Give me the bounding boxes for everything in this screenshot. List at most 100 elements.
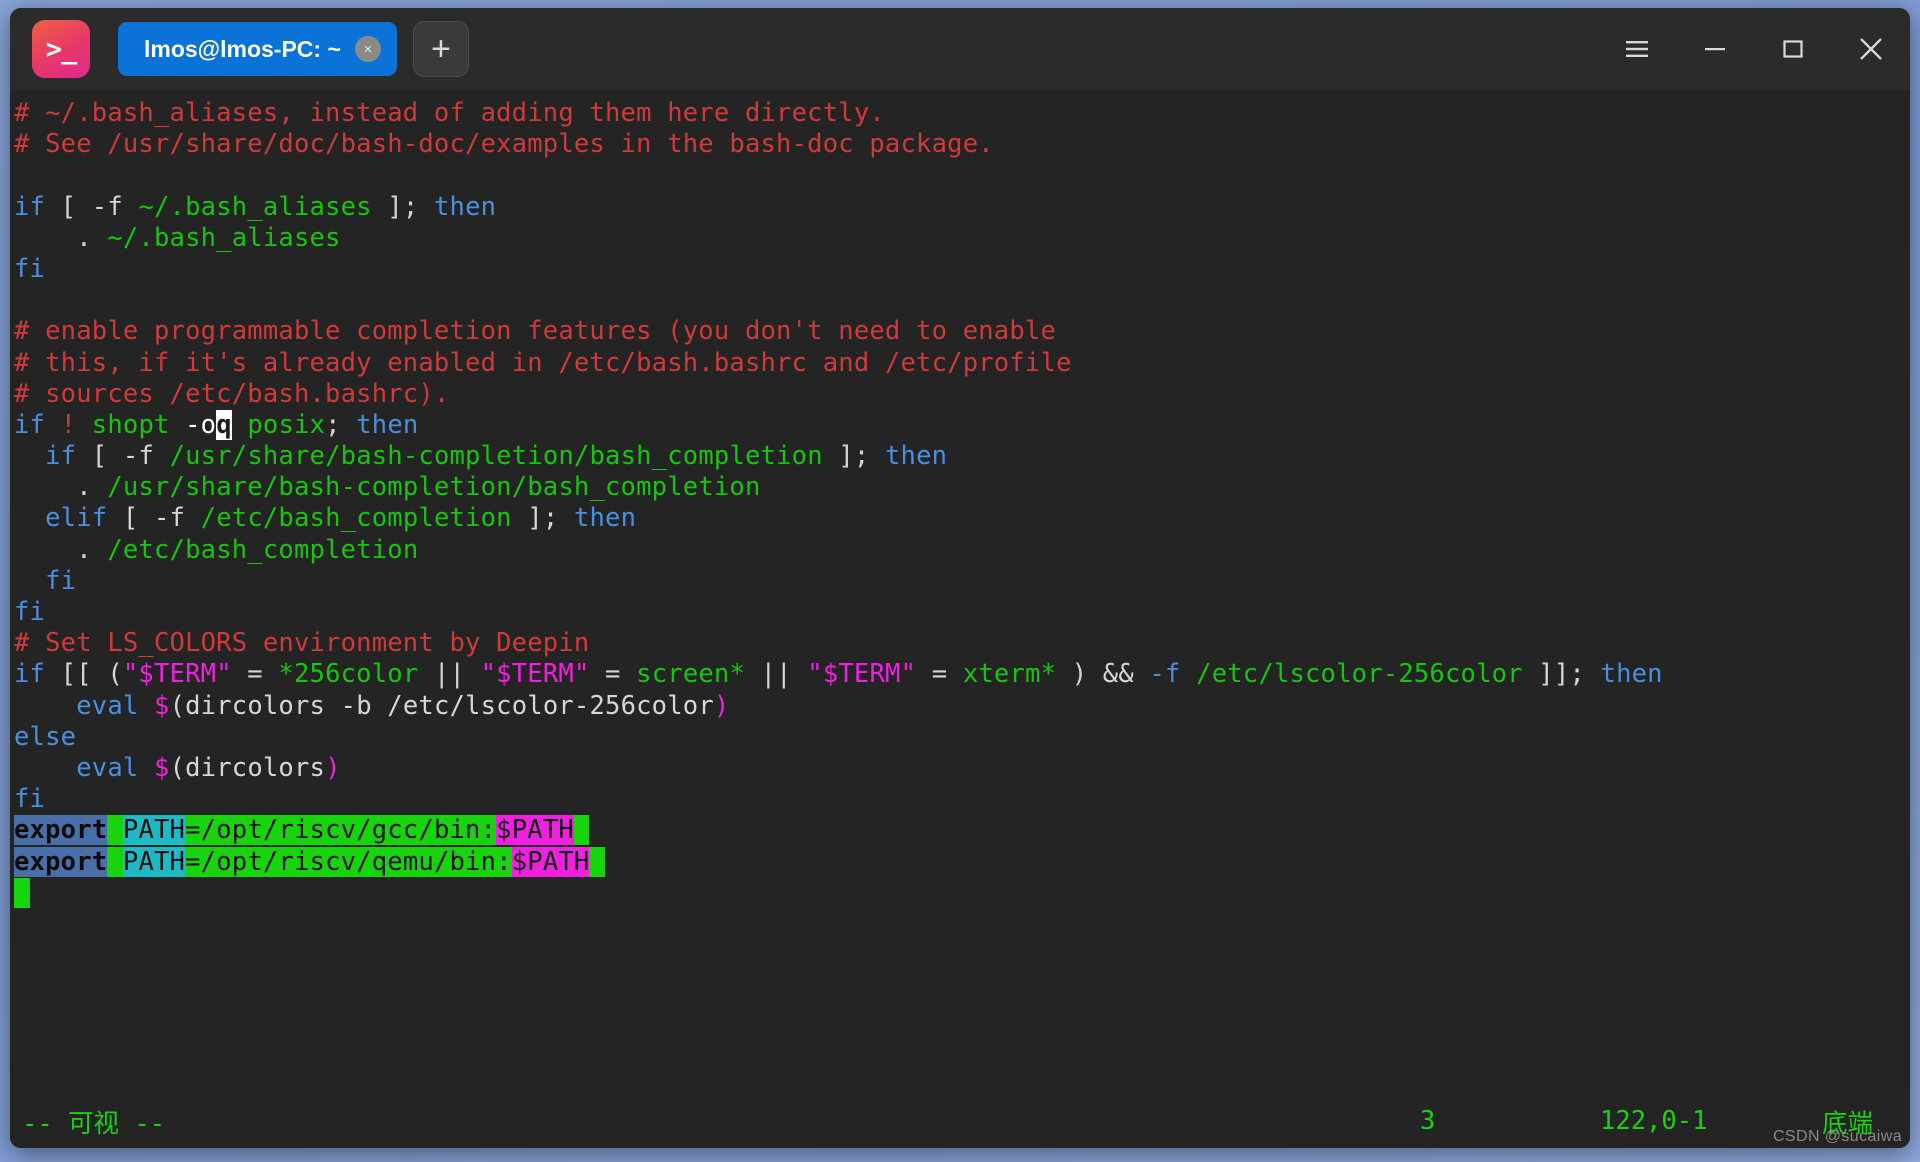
terminal-line: fi [14,254,1910,285]
terminal-line: . ~/.bash_aliases [14,223,1910,254]
terminal-span: /etc/lscolor-256color [1196,659,1523,690]
titlebar: >_ lmos@lmos-PC: ~ × + [10,8,1910,90]
terminal-span: ]]; [1522,659,1601,690]
terminal-span: = [231,659,279,690]
terminal-span: then [573,503,637,534]
terminal-span: export [14,815,108,846]
maximize-button[interactable] [1754,8,1832,90]
terminal-span [14,441,45,471]
menu-button[interactable] [1598,8,1676,90]
terminal-window: >_ lmos@lmos-PC: ~ × + # ~/.bash_aliases… [10,8,1910,1148]
terminal-span: "$TERM" [480,659,590,690]
terminal-line: if [ -f /usr/share/bash-completion/bash_… [14,441,1910,472]
close-tab-icon[interactable]: × [354,36,381,62]
terminal-span: [ [45,191,92,222]
terminal-span: $PATH [496,815,574,846]
terminal-line: # See /usr/share/doc/bash-doc/examples i… [14,129,1910,160]
terminal-span [45,410,61,440]
terminal-line: fi [14,566,1910,597]
terminal-span [123,192,139,222]
terminal-span: = [916,659,963,690]
terminal-span: -f [91,191,123,222]
terminal-span: PATH [122,846,186,877]
terminal-span [154,441,170,471]
terminal-span [1181,659,1197,689]
terminal-span: ~/.bash_aliases [138,191,372,222]
terminal-line: # sources /etc/bash.bashrc). [14,379,1910,410]
terminal-span: (dircolors -b /etc/lscolor-256color [169,690,714,721]
minimize-button[interactable] [1676,8,1754,90]
terminal-span: # See /usr/share/doc/bash-doc/examples i… [14,129,994,160]
terminal-span [14,691,76,721]
terminal-span: ]; [822,441,885,472]
terminal-span: (dircolors [169,752,326,783]
terminal-span: fi [14,253,46,284]
terminal-span: -f [154,503,186,534]
desktop-background: >_ lmos@lmos-PC: ~ × + # ~/.bash_aliases… [0,0,1920,1162]
terminal-span: /usr/share/bash-completion/bash_completi… [107,472,761,503]
terminal-span: ) [325,752,341,783]
terminal-span: if [45,441,77,472]
terminal-span [107,846,123,877]
terminal-span: = [589,659,637,690]
terminal-span: . [14,534,108,565]
terminal-span: $ [154,690,170,721]
terminal-span: xterm* [962,659,1057,690]
terminal-span: ) [713,690,730,721]
terminal-app-icon: >_ [32,20,90,78]
terminal-span [14,566,45,596]
terminal-span [185,503,201,533]
terminal-span: # Set LS_COLORS environment by Deepin [14,628,590,659]
terminal-body[interactable]: # ~/.bash_aliases, instead of adding the… [10,90,1910,1148]
window-controls [1598,8,1910,90]
terminal-line: if ! shopt -oq posix; then [14,409,1910,441]
watermark: CSDN @sucaiwa [1772,1128,1902,1145]
terminal-line: if [[ ("$TERM" = *256color || "$TERM" = … [14,659,1910,690]
terminal-span [232,410,248,440]
terminal-span: ]; [511,503,574,534]
terminal-line: # ~/.bash_aliases, instead of adding the… [14,98,1910,129]
terminal-span: . [14,222,108,253]
terminal-span: # sources /etc/bash.bashrc). [14,378,450,409]
plus-icon: + [430,30,451,68]
vim-status-line: -- 可视 -- 3 122,0-1 底端 [10,1104,1910,1139]
terminal-span: . [14,472,108,503]
terminal-span: || [745,659,808,690]
terminal-span: # enable programmable completion feature… [14,316,1057,347]
terminal-span: if [14,191,46,222]
terminal-span: fi [45,565,77,596]
terminal-line: eval $(dircolors -b /etc/lscolor-256colo… [14,691,1910,722]
terminal-span [76,410,92,440]
terminal-span: export [14,846,108,877]
terminal-line: elif [ -f /etc/bash_completion ]; then [14,503,1910,534]
terminal-span: [[ ( [45,659,123,690]
terminal-line [14,877,1910,909]
close-button[interactable] [1832,8,1910,90]
status-count: 3 [1420,1106,1436,1136]
terminal-span: # ~/.bash_aliases, instead of adding the… [14,98,885,128]
new-tab-button[interactable]: + [412,21,469,77]
terminal-line: . /etc/bash_completion [14,535,1910,566]
terminal-span: eval [76,690,139,721]
terminal-line: if [ -f ~/.bash_aliases ]; then [14,192,1910,223]
terminal-span: fi [14,597,46,627]
terminal-span: else [14,721,77,752]
terminal-span [14,503,45,533]
terminal-span: eval [76,752,139,783]
terminal-span: *256color [278,659,419,690]
terminal-span [138,691,154,721]
terminal-span: ! [60,409,77,440]
terminal-span: shopt [91,409,170,440]
tab-lmos-home[interactable]: lmos@lmos-PC: ~ × [118,22,397,76]
vim-text-buffer[interactable]: # ~/.bash_aliases, instead of adding the… [10,90,1910,1148]
terminal-line: fi [14,597,1910,628]
terminal-line: # this, if it's already enabled in /etc/… [14,348,1910,379]
terminal-span: then [356,409,419,440]
hamburger-icon [1626,41,1648,57]
terminal-line: export PATH=/opt/riscv/qemu/bin:$PATH [14,846,1910,878]
terminal-span: if [14,659,46,690]
terminal-span: /etc/bash_completion [107,534,419,565]
terminal-span: "$TERM" [807,659,917,690]
